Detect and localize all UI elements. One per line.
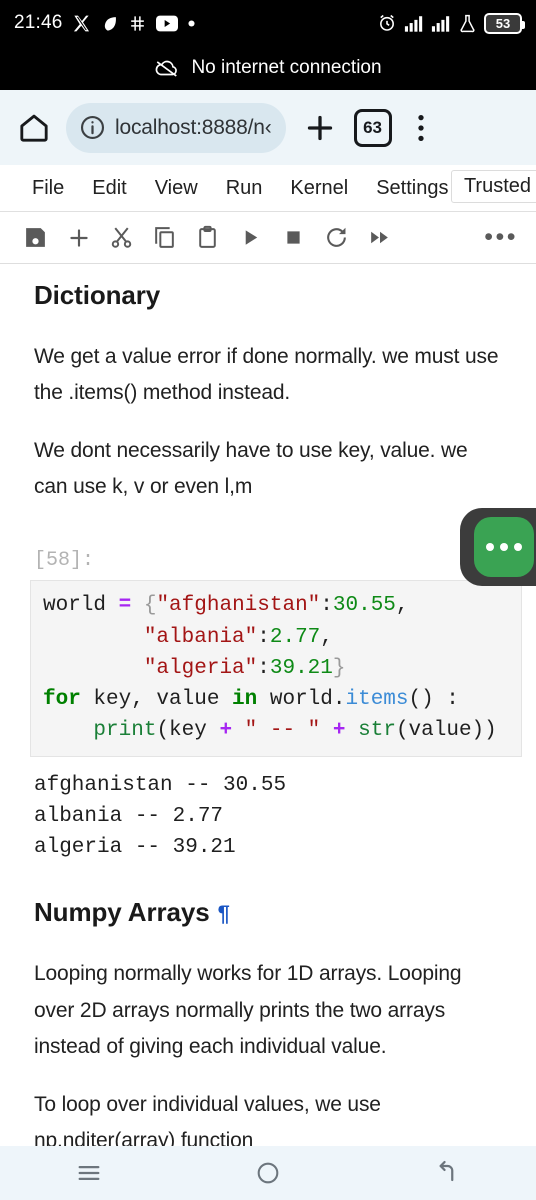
paragraph-numpy-1: Looping normally works for 1D arrays. Lo… (34, 962, 462, 1058)
jupyter-toolbar: ••• (0, 212, 536, 264)
battery-indicator: 53 (484, 12, 525, 34)
save-button[interactable] (14, 218, 57, 258)
floating-action-widget[interactable] (460, 508, 536, 586)
home-button[interactable] (233, 1160, 303, 1186)
info-circle-icon (80, 115, 105, 140)
restart-run-all-icon (371, 231, 388, 244)
hash-grid-icon (130, 15, 144, 31)
dot-icon (187, 19, 195, 27)
trusted-badge[interactable]: Trusted (450, 170, 536, 203)
dot-icon (514, 543, 522, 551)
new-tab-button[interactable] (298, 110, 342, 146)
menu-item-settings[interactable]: Settings (362, 177, 462, 200)
home-circle-icon (257, 1162, 279, 1184)
cut-button[interactable] (100, 218, 143, 258)
paste-icon (199, 225, 216, 248)
android-status-bar: 21:46 53 (0, 0, 536, 46)
paste-button[interactable] (186, 218, 229, 258)
restart-kernel-icon (327, 227, 346, 247)
cloud-off-icon (156, 60, 178, 77)
markdown-cell-dictionary[interactable]: Dictionary We get a value error if done … (0, 280, 536, 505)
x-twitter-icon (73, 15, 89, 31)
browser-toolbar: localhost:8888/n‹ 63 (0, 90, 536, 165)
code-line: world = {"afghanistan":30.55, "albania":… (43, 594, 497, 742)
youtube-icon (155, 15, 178, 31)
menu-item-file[interactable]: File (18, 177, 78, 200)
home-icon (20, 114, 48, 142)
add-cell-icon (69, 228, 88, 247)
address-bar-url: localhost:8888/n‹ (115, 115, 272, 139)
back-arrow-icon (439, 1160, 453, 1182)
menu-item-run[interactable]: Run (212, 177, 277, 200)
no-internet-banner: No internet connection (0, 46, 536, 90)
recents-icon (78, 1166, 100, 1180)
markdown-cell-numpy[interactable]: Numpy Arrays ¶ Looping normally works for… (0, 897, 536, 1146)
paragraph-dictionary-1: We get a value error if done normally. w… (34, 345, 499, 405)
menu-item-kernel[interactable]: Kernel (276, 177, 362, 200)
plus-icon (307, 115, 332, 140)
run-icon (245, 230, 258, 245)
status-bar-clock: 21:46 (14, 12, 63, 33)
three-dots-icon[interactable] (474, 517, 534, 577)
phone-screen: 21:46 53 No internet connection localhos… (0, 0, 536, 1200)
signal-bars-icon (404, 15, 423, 32)
menu-item-edit[interactable]: Edit (78, 177, 140, 200)
menu-item-view[interactable]: View (141, 177, 212, 200)
heading-anchor-link[interactable]: ¶ (218, 901, 230, 926)
heading-numpy-arrays: Numpy Arrays ¶ (34, 897, 502, 928)
run-cell-button[interactable] (229, 218, 272, 258)
address-bar[interactable]: localhost:8888/n‹ (66, 102, 286, 153)
alarm-clock-icon (380, 14, 394, 31)
status-bar-left: 21:46 (14, 12, 196, 34)
copy-button[interactable] (143, 218, 186, 258)
signal-bars-icon (431, 15, 450, 32)
restart-kernel-button[interactable] (315, 218, 358, 258)
android-nav-bar (0, 1146, 536, 1200)
cell-output-58: afghanistan -- 30.55 albania -- 2.77 alg… (34, 773, 287, 859)
toolbar-overflow-button[interactable]: ••• (484, 225, 522, 250)
notebook-content[interactable]: Dictionary We get a value error if done … (0, 264, 536, 1146)
dot-icon (500, 543, 508, 551)
dot-icon (486, 543, 494, 551)
browser-home-button[interactable] (14, 111, 54, 145)
insert-cell-button[interactable] (57, 218, 100, 258)
recents-button[interactable] (54, 1159, 124, 1187)
interrupt-kernel-button[interactable] (272, 218, 315, 258)
save-icon (26, 228, 45, 247)
cut-icon (111, 227, 132, 248)
status-bar-right: 53 (377, 12, 525, 34)
paragraph-numpy-2: To loop over individual values, we use n… (34, 1092, 381, 1146)
copy-icon (155, 227, 174, 248)
cell-prompt-58: [58]: (34, 549, 95, 573)
stop-icon (287, 231, 300, 244)
restart-run-all-button[interactable] (358, 218, 401, 258)
browser-menu-button[interactable] (404, 113, 438, 143)
kebab-menu-icon (417, 114, 424, 141)
code-editor-58[interactable]: world = {"afghanistan":30.55, "albania":… (30, 580, 522, 757)
code-cell-58[interactable]: [58]: world = {"afghanistan":30.55, "alb… (0, 549, 536, 863)
no-internet-text: No internet connection (191, 57, 382, 78)
jupyter-menubar: File Edit View Run Kernel Settings Trust… (0, 165, 536, 212)
back-button[interactable] (412, 1159, 482, 1187)
heading-text: Numpy Arrays (34, 897, 210, 928)
paragraph-dictionary-2: We dont necessarily have to use key, val… (34, 439, 468, 499)
tab-counter-button[interactable]: 63 (353, 108, 392, 147)
leaf-icon (104, 16, 116, 31)
heading-dictionary: Dictionary (34, 280, 161, 310)
flask-icon (460, 14, 475, 32)
